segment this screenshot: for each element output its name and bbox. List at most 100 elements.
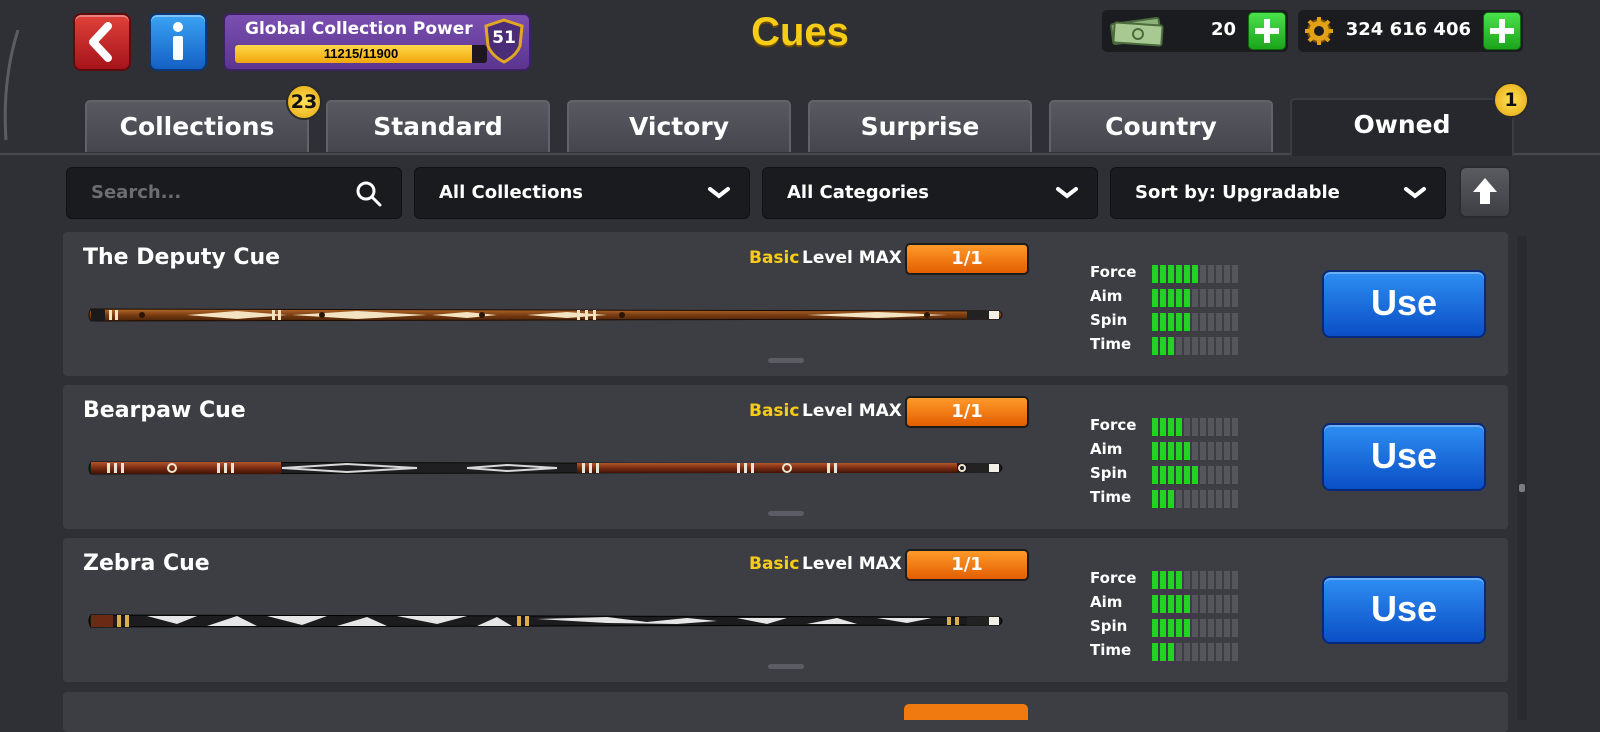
tab-surprise[interactable]: Surprise <box>808 100 1032 152</box>
spin-stat-bar <box>1152 466 1238 484</box>
stat-segment-filled <box>1152 571 1158 589</box>
stat-segment-filled <box>1152 619 1158 637</box>
cue-card-partial[interactable] <box>63 692 1508 732</box>
stat-segment-empty <box>1232 313 1238 331</box>
search-input[interactable]: Search... <box>66 167 402 219</box>
sort-dropdown-value: Sort by: Upgradable <box>1135 182 1340 203</box>
owned-count-badge: 1 <box>1493 82 1529 118</box>
stat-label-spin: Spin <box>1090 311 1128 329</box>
sort-direction-button[interactable] <box>1459 166 1511 218</box>
cue-rarity: Basic <box>749 248 800 268</box>
use-cue-button[interactable]: Use <box>1322 270 1486 338</box>
expand-handle[interactable] <box>768 511 804 516</box>
stat-segment-filled <box>1168 490 1174 508</box>
tab-label: Collections <box>119 112 275 141</box>
cue-card[interactable]: Zebra Cue Basic Level MAX 1/1 Force Aim … <box>63 538 1508 682</box>
collections-dropdown[interactable]: All Collections <box>414 167 750 219</box>
stat-segment-filled <box>1160 466 1166 484</box>
stat-segment-empty <box>1216 571 1222 589</box>
cue-level: Level MAX <box>802 401 902 421</box>
stat-label-aim: Aim <box>1090 440 1123 458</box>
cue-rarity: Basic <box>749 401 800 421</box>
tab-collections[interactable]: Collections <box>85 100 309 152</box>
stat-segment-filled <box>1176 265 1182 283</box>
chevron-down-icon <box>1404 187 1426 199</box>
tab-label: Standard <box>373 112 503 141</box>
stat-segment-filled <box>1184 265 1190 283</box>
stat-segment-empty <box>1192 442 1198 460</box>
stat-segment-empty <box>1216 337 1222 355</box>
categories-dropdown[interactable]: All Categories <box>762 167 1098 219</box>
stat-segment-filled <box>1160 595 1166 613</box>
stat-segment-empty <box>1176 643 1182 661</box>
stat-segment-empty <box>1192 490 1198 508</box>
stat-segment-empty <box>1224 466 1230 484</box>
stat-segment-empty <box>1232 466 1238 484</box>
spin-stat-bar <box>1152 313 1238 331</box>
stat-segment-empty <box>1232 490 1238 508</box>
tab-standard[interactable]: Standard <box>326 100 550 152</box>
tab-country[interactable]: Country <box>1049 100 1273 152</box>
stat-segment-empty <box>1232 643 1238 661</box>
stat-segment-filled <box>1168 466 1174 484</box>
tab-owned[interactable]: Owned <box>1290 98 1514 156</box>
stat-segment-empty <box>1224 643 1230 661</box>
stat-segment-empty <box>1184 418 1190 436</box>
cue-name: The Deputy Cue <box>83 245 281 270</box>
sort-dropdown[interactable]: Sort by: Upgradable <box>1110 167 1446 219</box>
stat-segment-filled <box>1176 313 1182 331</box>
chevron-down-icon <box>708 187 730 199</box>
stat-segment-empty <box>1208 490 1214 508</box>
stat-segment-filled <box>1152 466 1158 484</box>
search-icon <box>356 181 382 207</box>
stat-label-time: Time <box>1090 641 1132 659</box>
stat-segment-empty <box>1184 490 1190 508</box>
collections-count-badge: 23 <box>286 84 322 120</box>
add-cash-button[interactable] <box>1248 12 1286 50</box>
stat-label-spin: Spin <box>1090 617 1128 635</box>
use-cue-button[interactable]: Use <box>1322 423 1486 491</box>
cue-count-badge: 1/1 <box>905 549 1029 581</box>
stat-segment-empty <box>1216 643 1222 661</box>
stat-segment-filled <box>1184 313 1190 331</box>
use-cue-button[interactable]: Use <box>1322 576 1486 644</box>
stat-segment-empty <box>1224 619 1230 637</box>
stat-segment-empty <box>1200 595 1206 613</box>
add-coins-button[interactable] <box>1483 12 1521 50</box>
stat-segment-empty <box>1232 337 1238 355</box>
expand-handle[interactable] <box>768 664 804 669</box>
stat-segment-filled <box>1176 289 1182 307</box>
stat-segment-filled <box>1168 289 1174 307</box>
stat-segment-empty <box>1184 643 1190 661</box>
cue-name: Zebra Cue <box>83 551 210 576</box>
stat-segment-empty <box>1184 337 1190 355</box>
stat-segment-filled <box>1184 619 1190 637</box>
stat-label-force: Force <box>1090 263 1137 281</box>
scrollbar-thumb[interactable] <box>1519 484 1525 492</box>
expand-handle[interactable] <box>768 358 804 363</box>
stat-segment-filled <box>1184 466 1190 484</box>
collections-dropdown-value: All Collections <box>439 182 583 203</box>
coins-panel: 324 616 406 <box>1298 10 1523 52</box>
cue-card[interactable]: Bearpaw Cue Basic Level MAX 1/1 Force Ai… <box>63 385 1508 529</box>
force-stat-bar <box>1152 265 1238 283</box>
stat-segment-empty <box>1224 337 1230 355</box>
stat-segment-empty <box>1216 313 1222 331</box>
stat-segment-empty <box>1208 571 1214 589</box>
stat-segment-empty <box>1208 418 1214 436</box>
tab-victory[interactable]: Victory <box>567 100 791 152</box>
cue-rarity: Basic <box>749 554 800 574</box>
stat-label-force: Force <box>1090 569 1137 587</box>
cue-name: Bearpaw Cue <box>83 398 246 423</box>
tab-label: Country <box>1105 112 1217 141</box>
list-scrollbar[interactable] <box>1517 236 1527 720</box>
stat-segment-filled <box>1176 418 1182 436</box>
stat-segment-filled <box>1176 595 1182 613</box>
stat-segment-empty <box>1200 442 1206 460</box>
stat-segment-empty <box>1208 289 1214 307</box>
stat-label-aim: Aim <box>1090 593 1123 611</box>
time-stat-bar <box>1152 490 1238 508</box>
cue-card[interactable]: The Deputy Cue Basic Level MAX 1/1 Force… <box>63 232 1508 376</box>
stat-segment-filled <box>1176 466 1182 484</box>
stat-segment-filled <box>1152 418 1158 436</box>
